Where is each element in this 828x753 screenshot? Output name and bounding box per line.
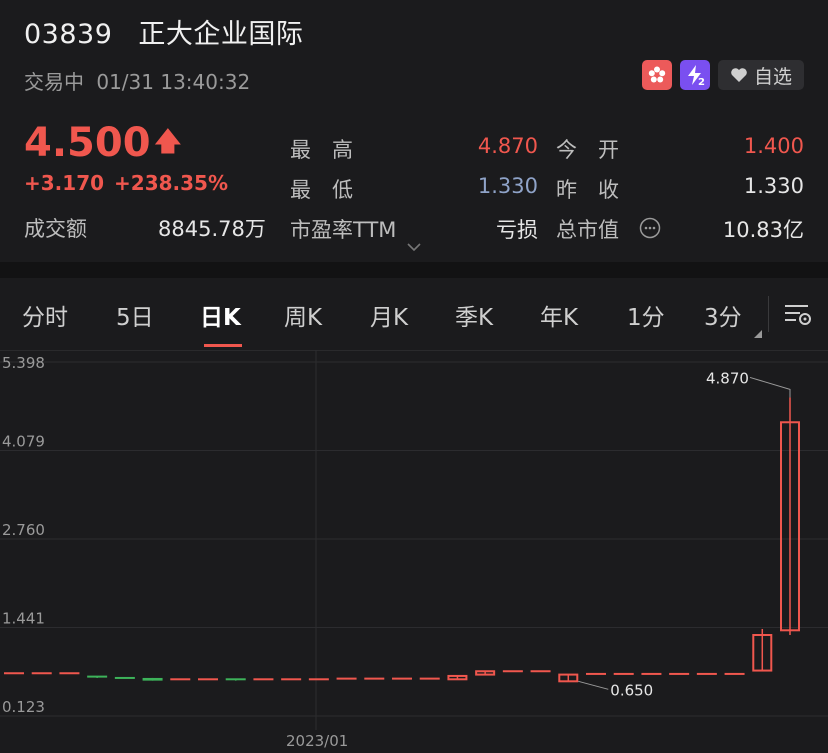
quote-header: 03839 正大企业国际 交易中 01/31 13:40:32 2 自选 4.50… [0, 0, 828, 262]
info-icon[interactable] [639, 217, 661, 239]
price-change: +3.170 +238.35% [24, 171, 228, 195]
more-periods-indicator[interactable] [754, 330, 762, 338]
lv2-icon[interactable]: 2 [679, 60, 710, 90]
low-value: 1.330 [477, 174, 538, 198]
y-tick-label: 4.079 [2, 433, 45, 451]
candle-body [253, 678, 274, 681]
favorite-label: 自选 [753, 65, 792, 88]
turnover-value: 8845.78万 [158, 217, 266, 241]
candle-body [198, 678, 218, 681]
section-divider [0, 262, 828, 278]
candle-body [336, 677, 357, 680]
min-annotation-label: 0.650 [610, 681, 653, 699]
candle-body [724, 672, 745, 675]
prev-close-label: 昨 收 [556, 178, 619, 202]
stock-name: 正大企业国际 [138, 19, 304, 50]
svg-text:2: 2 [698, 77, 705, 87]
candlestick-chart[interactable]: 5.398 4.079 2.760 1.441 0.123 2023/01 4.870 0.6… [0, 350, 828, 753]
chart-settings-icon[interactable] [782, 298, 814, 330]
heart-icon [731, 68, 747, 82]
tab-1min[interactable]: 1分 [627, 298, 665, 332]
max-annotation-line [749, 376, 791, 398]
badge-group: 2 自选 [641, 60, 804, 90]
add-favorite-button[interactable]: 自选 [717, 60, 804, 90]
period-tabs: 分时 5日 日K 周K 月K 季K 年K 1分 3分 [0, 278, 828, 351]
tab-monthly-k[interactable]: 月K [370, 298, 408, 332]
candle-body [87, 675, 108, 678]
last-price: 4.500 🡅 [24, 120, 181, 173]
candle-body [530, 670, 551, 673]
tab-weekly-k[interactable]: 周K [284, 298, 322, 332]
candle-body [281, 678, 302, 681]
y-tick-label: 0.123 [2, 698, 45, 716]
up-arrow-icon: 🡅 [154, 127, 182, 157]
hk-flag-icon[interactable] [641, 60, 672, 90]
trade-status: 交易中 01/31 13:40:32 [24, 66, 250, 95]
tab-3min[interactable]: 3分 [704, 298, 742, 332]
change-percent: +238.35% [114, 171, 229, 195]
pe-label: 市盈率TTM [290, 218, 397, 242]
timestamp: 01/31 13:40:32 [96, 70, 251, 94]
open-label: 今 开 [556, 138, 619, 162]
candle-body [31, 672, 52, 675]
y-tick-label: 2.760 [2, 521, 45, 539]
candle-body [669, 672, 690, 675]
candle-body [502, 670, 523, 673]
tab-intraday[interactable]: 分时 [22, 298, 68, 332]
candle-body [419, 677, 440, 680]
active-tab-indicator [204, 344, 242, 347]
tab-daily-k[interactable]: 日K [200, 298, 241, 332]
y-tick-label: 5.398 [2, 354, 45, 372]
prev-close-value: 1.330 [743, 174, 804, 198]
candle-body [641, 672, 662, 675]
y-tick-label: 1.441 [2, 610, 45, 628]
candle-body [170, 678, 191, 681]
candle-body [114, 676, 135, 679]
chevron-down-icon[interactable] [406, 242, 422, 252]
candle-body [613, 672, 634, 675]
tab-5day[interactable]: 5日 [116, 298, 154, 332]
tab-quarterly-k[interactable]: 季K [455, 298, 493, 332]
high-value: 4.870 [477, 134, 538, 158]
stock-code: 03839 [24, 19, 113, 50]
candle-body [308, 678, 329, 681]
max-annotation-label: 4.870 [706, 369, 749, 387]
candle-body [4, 672, 24, 675]
candle-body [142, 677, 163, 681]
change-value: +3.170 [24, 171, 105, 195]
candle-body [392, 677, 412, 680]
stock-title: 03839 正大企业国际 [24, 12, 303, 51]
min-annotation-line [578, 680, 609, 690]
open-value: 1.400 [743, 134, 804, 158]
candle-body [586, 672, 606, 675]
tab-yearly-k[interactable]: 年K [540, 298, 578, 332]
candle-body [59, 672, 80, 675]
mktcap-label: 总市值 [556, 218, 619, 242]
high-label: 最 高 [290, 138, 353, 162]
x-tick-label: 2023/01 [286, 732, 348, 750]
candle-body [696, 672, 717, 675]
turnover-label: 成交额 [24, 217, 87, 241]
status-text: 交易中 [24, 70, 84, 94]
candle-body [225, 678, 246, 681]
price-value: 4.500 [24, 120, 151, 166]
candle-body [364, 677, 385, 680]
low-label: 最 低 [290, 178, 353, 202]
mktcap-value: 10.83亿 [722, 218, 804, 242]
pe-value: 亏损 [496, 218, 538, 242]
tab-separator [768, 296, 769, 332]
